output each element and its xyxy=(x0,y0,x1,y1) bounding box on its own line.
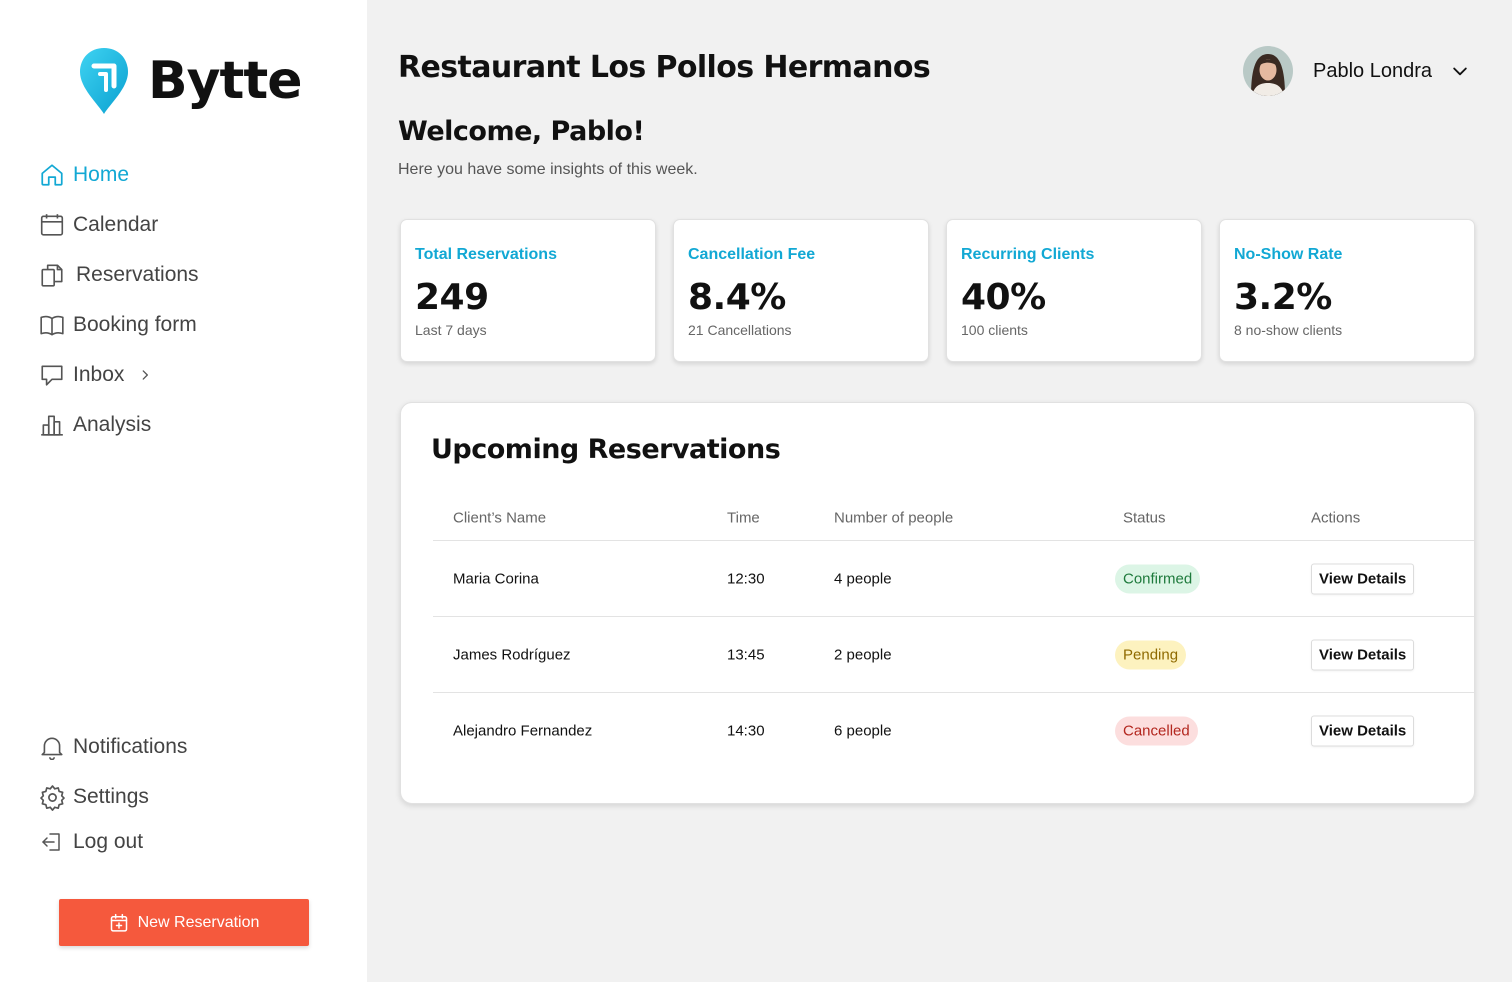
sidebar-item-notifications[interactable]: Notifications xyxy=(38,722,187,772)
sidebar-item-reservations[interactable]: Reservations xyxy=(38,250,199,300)
column-header-time: Time xyxy=(727,509,760,526)
brand-name: Bytte xyxy=(148,51,303,111)
stat-value: 3.2% xyxy=(1234,277,1332,318)
sidebar-item-analysis[interactable]: Analysis xyxy=(38,400,199,450)
avatar xyxy=(1243,46,1293,96)
sidebar-item-settings[interactable]: Settings xyxy=(38,772,187,822)
status-badge: Cancelled xyxy=(1115,716,1198,746)
client-name: Alejandro Fernandez xyxy=(453,722,593,740)
chevron-right-icon[interactable] xyxy=(138,368,152,382)
reservation-time: 14:30 xyxy=(727,722,765,740)
welcome-title: Welcome, Pablo! xyxy=(398,116,645,147)
sidebar-item-home[interactable]: Home xyxy=(38,150,199,200)
sidebar-item-booking-form[interactable]: Booking form xyxy=(38,300,199,350)
client-name: James Rodríguez xyxy=(453,646,571,663)
sidebar-item-label: Notifications xyxy=(73,735,188,758)
people-count: 4 people xyxy=(834,570,892,587)
stat-note: 100 clients xyxy=(961,322,1028,338)
stat-label: No-Show Rate xyxy=(1234,246,1343,263)
stat-card-cancellation-fee: Cancellation Fee 8.4% 21 Cancellations xyxy=(673,219,929,362)
sidebar: Bytte Home Calendar Reservations Booking… xyxy=(0,0,367,982)
new-reservation-button[interactable]: New Reservation xyxy=(59,899,309,946)
sidebar-item-label: Settings xyxy=(73,785,149,808)
table-row: James Rodríguez 13:45 2 people Pending V… xyxy=(433,617,1474,693)
home-icon xyxy=(38,161,66,189)
bell-icon xyxy=(38,733,66,761)
sidebar-item-logout[interactable]: Log out xyxy=(38,822,187,862)
view-details-button[interactable]: View Details xyxy=(1311,563,1415,594)
sidebar-item-label: Reservations xyxy=(76,263,199,286)
stat-card-recurring-clients: Recurring Clients 40% 100 clients xyxy=(946,219,1202,362)
status-cell: Confirmed xyxy=(1115,564,1201,593)
sidebar-item-label: Log out xyxy=(73,830,144,853)
reservation-time: 12:30 xyxy=(727,570,765,587)
user-menu[interactable]: Pablo Londra xyxy=(1243,46,1470,96)
stat-card-total-reservations: Total Reservations 249 Last 7 days xyxy=(400,219,656,362)
stats-cards: Total Reservations 249 Last 7 days Cance… xyxy=(400,219,1475,362)
sidebar-item-calendar[interactable]: Calendar xyxy=(38,200,199,250)
people-count: 2 people xyxy=(834,646,892,663)
status-cell: Cancelled xyxy=(1115,716,1198,746)
bar-chart-icon xyxy=(38,411,66,439)
brand-logo[interactable]: Bytte xyxy=(78,46,303,116)
panel-title: Upcoming Reservations xyxy=(431,434,781,465)
people-count: 6 people xyxy=(834,722,892,740)
sidebar-item-label: Home xyxy=(73,163,130,186)
stat-value: 40% xyxy=(961,277,1046,318)
upcoming-reservations-panel: Upcoming Reservations Client’s Name Time… xyxy=(400,402,1475,804)
stat-value: 249 xyxy=(415,277,489,318)
stat-label: Total Reservations xyxy=(415,246,557,263)
stat-label: Cancellation Fee xyxy=(688,246,816,263)
sidebar-nav: Home Calendar Reservations Booking form … xyxy=(38,150,199,450)
sidebar-item-label: Analysis xyxy=(73,413,152,436)
user-name: Pablo Londra xyxy=(1313,59,1432,82)
stat-value: 8.4% xyxy=(688,277,786,318)
view-details-button[interactable]: View Details xyxy=(1311,639,1415,670)
column-header-actions: Actions xyxy=(1311,509,1361,526)
actions-cell: View Details xyxy=(1311,563,1415,594)
table-row: Alejandro Fernandez 14:30 6 people Cance… xyxy=(433,693,1474,769)
status-badge: Confirmed xyxy=(1115,564,1201,593)
actions-cell: View Details xyxy=(1311,639,1415,670)
chat-icon xyxy=(38,361,66,389)
gear-icon xyxy=(38,783,66,811)
table-header: Client’s Name Time Number of people Stat… xyxy=(433,495,1474,541)
logout-icon xyxy=(38,828,66,856)
page-title: Restaurant Los Pollos Hermanos xyxy=(398,50,931,85)
location-pin-logo-icon xyxy=(80,48,128,114)
new-reservation-label: New Reservation xyxy=(137,913,260,931)
sidebar-item-inbox[interactable]: Inbox xyxy=(38,350,199,400)
stat-card-no-show-rate: No-Show Rate 3.2% 8 no-show clients xyxy=(1219,219,1475,362)
column-header-client-name: Client’s Name xyxy=(453,509,547,526)
reservation-time: 13:45 xyxy=(727,646,765,663)
sidebar-item-label: Calendar xyxy=(73,213,159,236)
client-name: Maria Corina xyxy=(453,570,539,587)
column-header-status: Status xyxy=(1123,509,1166,526)
view-details-button[interactable]: View Details xyxy=(1311,715,1415,747)
column-header-people: Number of people xyxy=(834,509,954,526)
documents-icon xyxy=(38,261,66,289)
sidebar-bottom-nav: Notifications Settings Log out xyxy=(38,722,187,862)
sidebar-item-label: Inbox xyxy=(73,363,125,386)
chevron-down-icon[interactable] xyxy=(1450,61,1470,81)
stat-note: Last 7 days xyxy=(415,322,487,338)
sidebar-item-label: Booking form xyxy=(73,313,197,336)
stat-note: 8 no-show clients xyxy=(1234,322,1343,338)
stat-note: 21 Cancellations xyxy=(688,322,792,338)
table-row: Maria Corina 12:30 4 people Confirmed Vi… xyxy=(433,541,1474,617)
calendar-icon xyxy=(38,211,66,239)
welcome-subtitle: Here you have some insights of this week… xyxy=(398,161,698,178)
book-icon xyxy=(38,311,66,339)
calendar-plus-icon xyxy=(109,913,129,933)
stat-label: Recurring Clients xyxy=(961,246,1095,263)
actions-cell: View Details xyxy=(1311,715,1415,747)
status-badge: Pending xyxy=(1115,640,1187,669)
status-cell: Pending xyxy=(1115,640,1187,669)
